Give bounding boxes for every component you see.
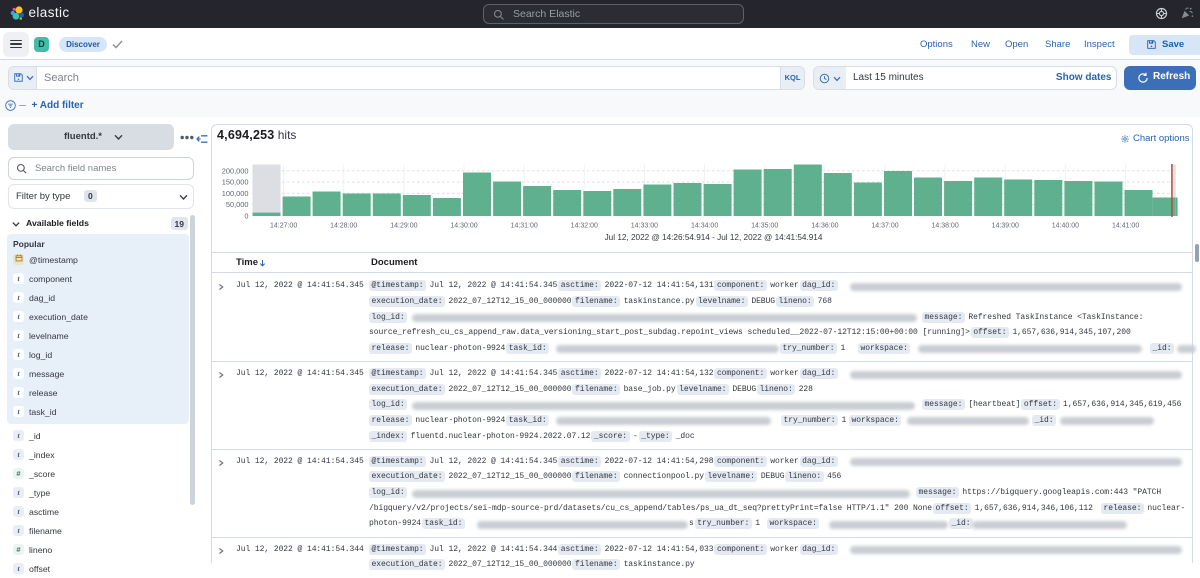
svg-text:0: 0 [244, 212, 248, 221]
svg-text:14:28:00: 14:28:00 [330, 223, 357, 230]
svg-text:14:36:00: 14:36:00 [811, 223, 838, 230]
svg-text:14:38:00: 14:38:00 [931, 223, 958, 230]
svg-text:50,000: 50,000 [226, 200, 249, 209]
svg-text:14:39:00: 14:39:00 [992, 223, 1019, 230]
svg-text:14:33:00: 14:33:00 [631, 223, 658, 230]
svg-text:100,000: 100,000 [222, 189, 249, 198]
svg-text:150,000: 150,000 [222, 178, 249, 187]
svg-text:14:35:00: 14:35:00 [751, 223, 778, 230]
svg-text:14:40:00: 14:40:00 [1052, 223, 1079, 230]
svg-text:14:34:00: 14:34:00 [691, 223, 718, 230]
svg-text:14:27:00: 14:27:00 [270, 223, 297, 230]
svg-text:200,000: 200,000 [222, 166, 249, 175]
svg-text:14:37:00: 14:37:00 [871, 223, 898, 230]
svg-text:14:31:00: 14:31:00 [511, 223, 538, 230]
svg-text:14:32:00: 14:32:00 [571, 223, 598, 230]
svg-text:14:41:00: 14:41:00 [1112, 223, 1139, 230]
svg-text:14:30:00: 14:30:00 [450, 223, 477, 230]
svg-text:14:29:00: 14:29:00 [390, 223, 417, 230]
